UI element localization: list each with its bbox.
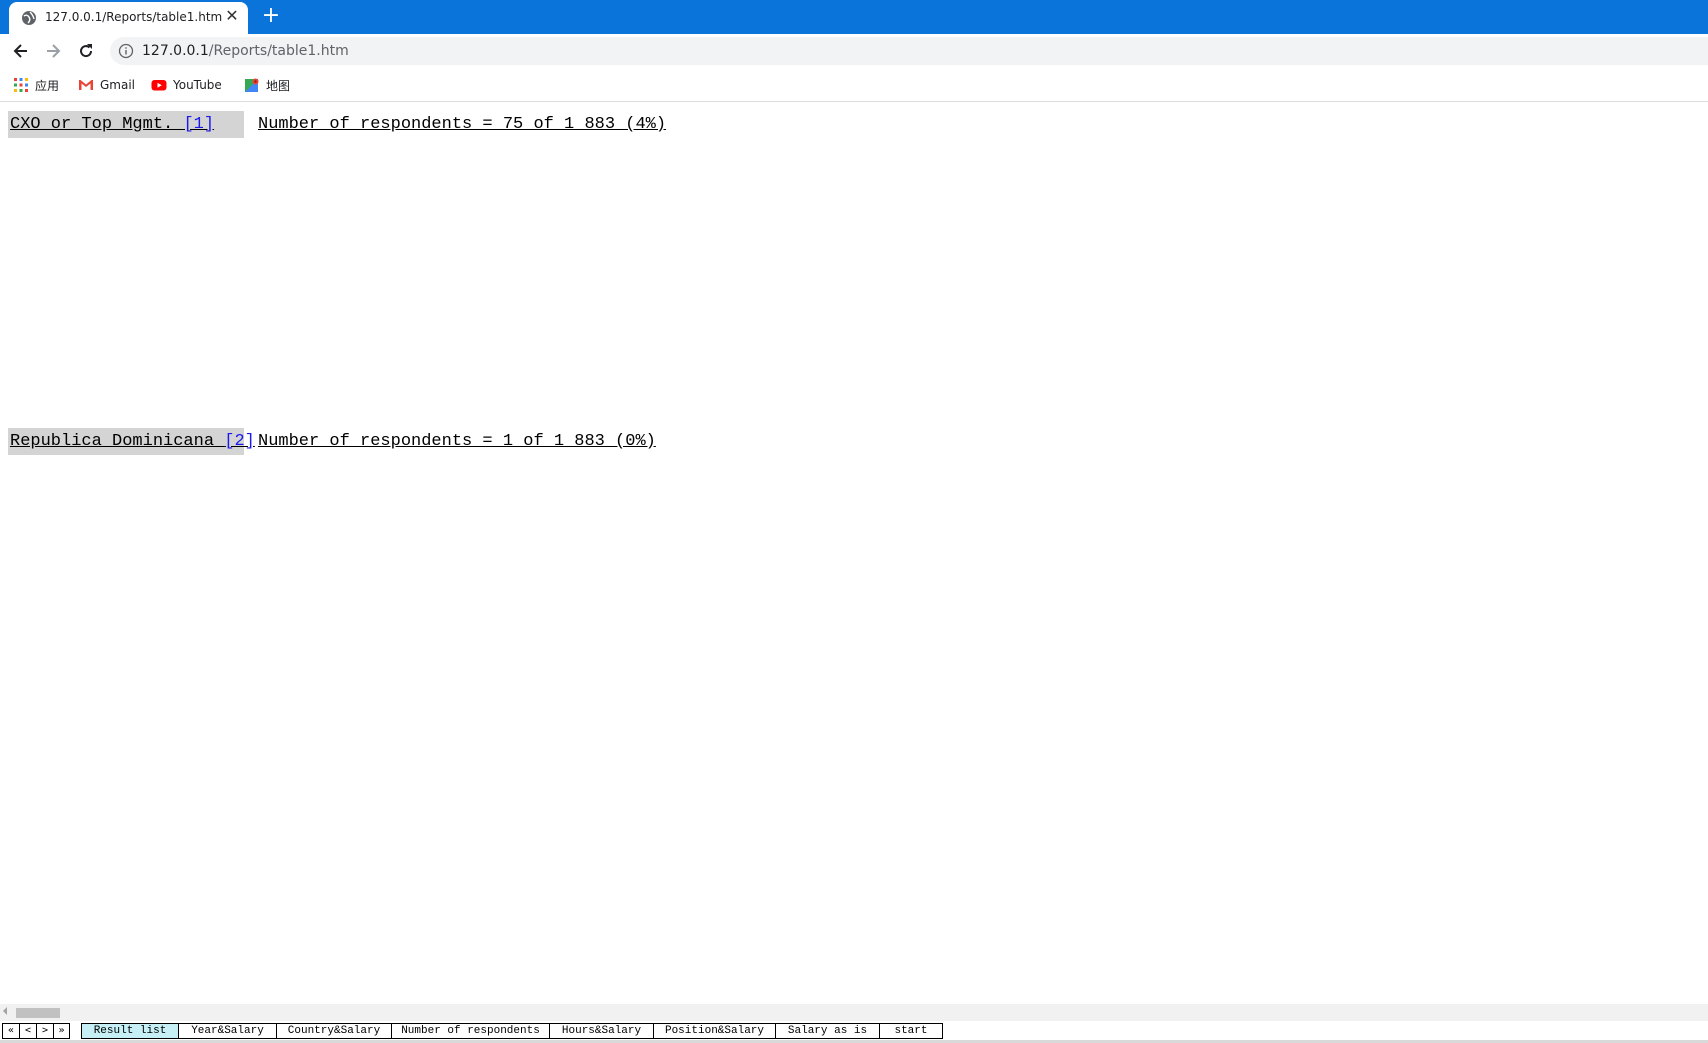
new-tab-button[interactable]: +	[260, 5, 282, 27]
sheet-tab-salary-as-is[interactable]: Salary as is	[776, 1023, 880, 1039]
url-host: 127.0.0.1	[142, 43, 209, 59]
sheet-tab-number-of-respondents[interactable]: Number of respondents	[392, 1023, 550, 1039]
maps-icon	[245, 78, 259, 92]
next-sheet-button[interactable]: >	[36, 1023, 53, 1039]
respondents-count: Number of respondents = 75 of 1 883 (4%)	[258, 115, 667, 134]
row-label-text: Republica Dominicana	[10, 432, 225, 451]
row-label-text: CXO or Top Mgmt.	[10, 115, 184, 134]
last-sheet-button[interactable]: »	[53, 1023, 70, 1039]
back-arrow-icon[interactable]	[11, 41, 31, 61]
sheet-tabs: Result list Year&Salary Country&Salary N…	[81, 1023, 943, 1039]
bookmark-label: 应用	[35, 78, 60, 93]
sheet-tab-start[interactable]: start	[880, 1023, 943, 1039]
scroll-left-arrow-icon[interactable]	[3, 1007, 7, 1015]
row-label-cell[interactable]: Republica Dominicana [2]	[8, 428, 255, 455]
url-text[interactable]: 127.0.0.1/Reports/table1.htm	[142, 43, 349, 59]
report-page: CXO or Top Mgmt. [1] Number of responden…	[0, 103, 1708, 1005]
sheet-tab-year-salary[interactable]: Year&Salary	[179, 1023, 277, 1039]
apps-grid-icon	[14, 78, 28, 92]
respondents-count: Number of respondents = 1 of 1 883 (0%)	[258, 432, 656, 451]
horizontal-scrollbar[interactable]	[0, 1004, 1708, 1021]
row-ref-link[interactable]: [2]	[224, 432, 255, 451]
first-sheet-button[interactable]: «	[2, 1023, 19, 1039]
scrollbar-thumb[interactable]	[16, 1008, 60, 1018]
prev-sheet-button[interactable]: <	[19, 1023, 36, 1039]
globe-icon	[22, 11, 36, 25]
browser-tab[interactable]: 127.0.0.1/Reports/table1.htm ✕	[9, 2, 248, 34]
close-tab-icon[interactable]: ✕	[223, 7, 241, 25]
browser-titlebar: 127.0.0.1/Reports/table1.htm ✕ +	[0, 0, 1708, 34]
reload-icon[interactable]	[76, 41, 96, 61]
sheet-tab-position-salary[interactable]: Position&Salary	[654, 1023, 776, 1039]
row-ref-link[interactable]: [1]	[183, 115, 214, 134]
sheet-tab-country-salary[interactable]: Country&Salary	[277, 1023, 392, 1039]
row-label-cell[interactable]: CXO or Top Mgmt. [1]	[8, 111, 244, 138]
gmail-icon	[79, 80, 93, 90]
bookmark-gmail[interactable]: Gmail	[78, 76, 135, 94]
bookmark-label: YouTube	[173, 78, 222, 92]
tab-title: 127.0.0.1/Reports/table1.htm	[45, 10, 223, 24]
sheet-nav-buttons: « < > »	[2, 1023, 70, 1039]
bookmark-label: Gmail	[100, 78, 136, 92]
sheet-tab-hours-salary[interactable]: Hours&Salary	[550, 1023, 654, 1039]
address-bar[interactable]: 127.0.0.1/Reports/table1.htm	[110, 37, 1708, 65]
bookmark-apps[interactable]: 应用	[13, 76, 59, 94]
youtube-icon	[151, 80, 167, 91]
bookmarks-bar: 应用 Gmail YouTube 地图	[0, 68, 1708, 102]
forward-arrow-icon[interactable]	[43, 41, 63, 61]
bookmark-label: 地图	[266, 78, 291, 93]
sheet-tab-result-list[interactable]: Result list	[82, 1023, 179, 1039]
info-icon[interactable]	[118, 43, 134, 59]
bookmark-youtube[interactable]: YouTube	[151, 76, 222, 94]
bookmark-maps[interactable]: 地图	[244, 76, 290, 94]
url-path: /Reports/table1.htm	[208, 43, 349, 59]
